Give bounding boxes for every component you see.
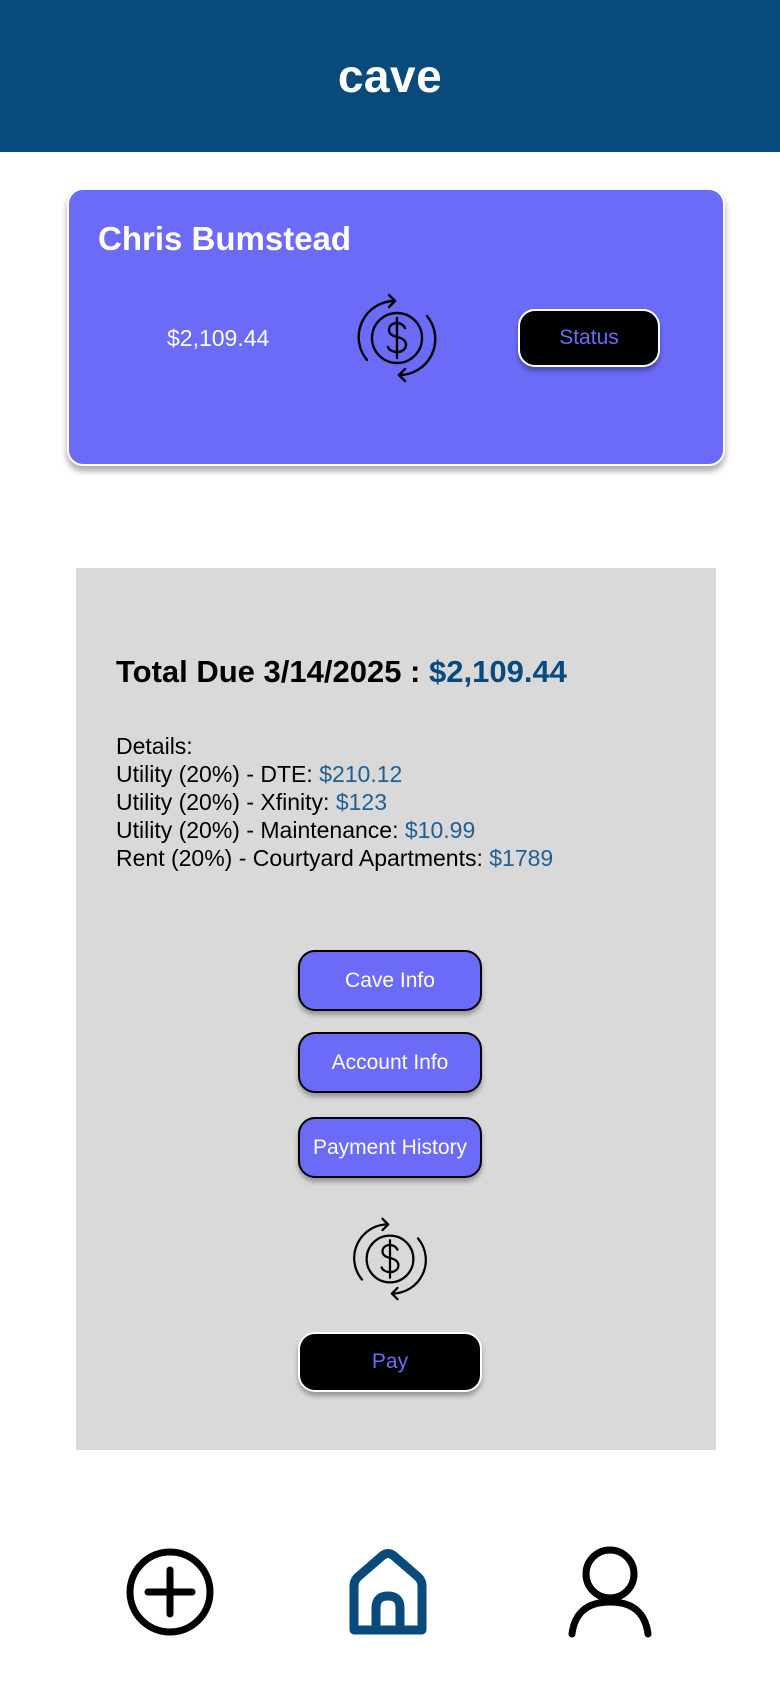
nav-home[interactable] [346, 1546, 430, 1640]
pay-button[interactable]: Pay [298, 1332, 482, 1392]
payment-history-button[interactable]: Payment History [298, 1117, 482, 1178]
bottom-nav [0, 1540, 780, 1660]
nav-profile[interactable] [566, 1544, 654, 1640]
details-list: Details: Utility (20%) - DTE: $210.12 Ut… [116, 732, 553, 872]
status-button[interactable]: Status [518, 309, 660, 367]
detail-label: Utility (20%) - Maintenance: [116, 817, 399, 843]
detail-item: Utility (20%) - Maintenance: $10.99 [116, 816, 553, 844]
detail-value: $210.12 [319, 761, 403, 787]
user-icon [568, 1546, 652, 1638]
account-info-button[interactable]: Account Info [298, 1032, 482, 1093]
home-icon [349, 1549, 427, 1635]
cave-info-button[interactable]: Cave Info [298, 950, 482, 1011]
detail-label: Utility (20%) - DTE: [116, 761, 313, 787]
details-heading: Details: [116, 733, 193, 759]
total-due-amount: $2,109.44 [429, 654, 567, 689]
total-due-label: Total Due 3/14/2025 : [116, 654, 421, 689]
app-title: cave [337, 50, 443, 102]
member-card: Chris Bumstead $2,109.44 Status [67, 188, 725, 466]
member-amount: $2,109.44 [167, 325, 270, 351]
dollar-exchange-icon [351, 290, 443, 386]
dollar-exchange-icon [347, 1212, 433, 1306]
details-panel: Total Due 3/14/2025 : $2,109.44 Details:… [76, 568, 716, 1450]
nav-add[interactable] [124, 1546, 216, 1638]
detail-label: Utility (20%) - Xfinity: [116, 789, 330, 815]
plus-circle-icon [126, 1548, 214, 1636]
detail-value: $10.99 [404, 817, 476, 843]
member-name: Chris Bumstead [98, 220, 352, 257]
detail-item: Utility (20%) - DTE: $210.12 [116, 760, 553, 788]
detail-label: Rent (20%) - Courtyard Apartments: [116, 845, 483, 871]
total-due: Total Due 3/14/2025 : $2,109.44 [116, 654, 567, 690]
detail-value: $1789 [489, 845, 554, 871]
detail-item: Utility (20%) - Xfinity: $123 [116, 788, 553, 816]
detail-value: $123 [335, 789, 387, 815]
app-header: cave [0, 0, 780, 152]
detail-item: Rent (20%) - Courtyard Apartments: $1789 [116, 844, 553, 872]
